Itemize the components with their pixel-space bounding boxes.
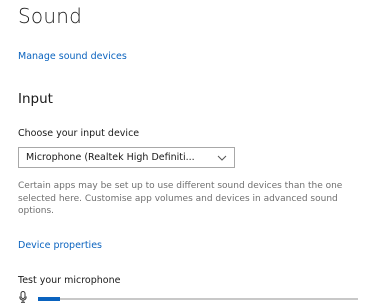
- manage-sound-devices-link[interactable]: Manage sound devices: [18, 51, 127, 62]
- test-microphone-label: Test your microphone: [18, 275, 121, 286]
- device-properties-link[interactable]: Device properties: [18, 240, 102, 251]
- microphone-level-track: [38, 297, 358, 301]
- input-section-heading: Input: [18, 91, 53, 107]
- microphone-level-meter: [18, 290, 358, 304]
- input-device-description: Certain apps may be set up to use differ…: [18, 181, 343, 216]
- input-device-dropdown[interactable]: Microphone (Realtek High Definiti...: [18, 147, 235, 168]
- microphone-level-fill: [38, 297, 61, 301]
- page-title: Sound: [18, 4, 82, 28]
- selected-input-device: Microphone (Realtek High Definiti...: [26, 152, 195, 163]
- choose-input-device-label: Choose your input device: [18, 128, 140, 139]
- chevron-down-icon: [216, 152, 228, 164]
- microphone-icon: [18, 291, 28, 303]
